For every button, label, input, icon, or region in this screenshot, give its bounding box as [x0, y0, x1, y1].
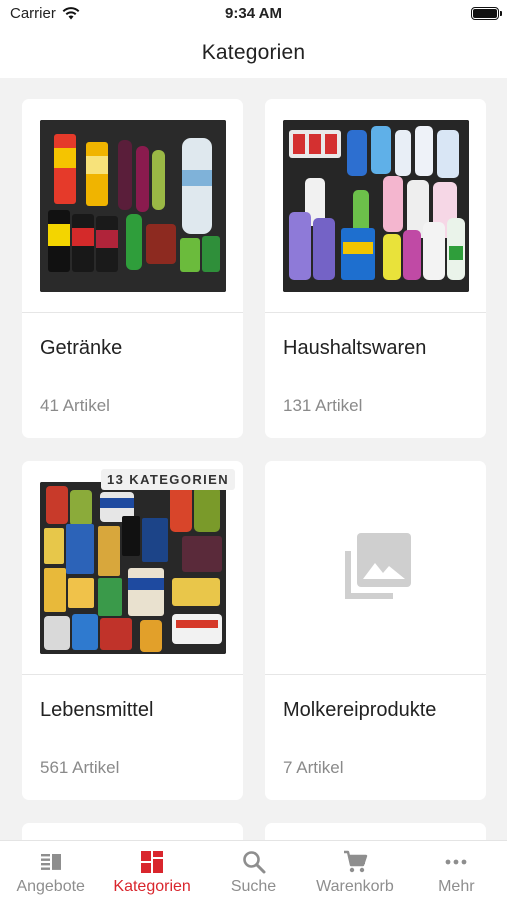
tab-label: Kategorien [113, 878, 191, 895]
subcategory-badge: 13 KATEGORIEN [101, 469, 235, 490]
categories-icon [141, 851, 164, 873]
category-name: Haushaltswaren [283, 337, 427, 359]
tab-label: Warenkorb [316, 878, 394, 895]
category-image-wrapper [22, 461, 243, 674]
category-image-wrapper [265, 461, 486, 674]
image-placeholder-icon [344, 532, 411, 599]
category-name: Getränke [40, 337, 123, 359]
category-item-count: 561 Artikel [40, 758, 120, 777]
cart-icon [343, 850, 368, 873]
tab-angebote[interactable]: Angebote [0, 841, 101, 900]
tab-label: Angebote [16, 878, 85, 895]
card-divider [22, 312, 243, 313]
tab-warenkorb[interactable]: Warenkorb [304, 841, 405, 900]
category-item-count: 7 Artikel [283, 758, 344, 777]
card-divider [22, 674, 243, 675]
category-item-count: 41 Artikel [40, 396, 110, 415]
search-icon [242, 851, 266, 874]
tab-suche[interactable]: Suche [203, 841, 304, 900]
tab-label: Suche [230, 878, 277, 895]
card-divider [265, 674, 486, 675]
category-image-household [282, 119, 469, 292]
tab-bar: Angebote Kategorien Suche Warenkorb Mehr [0, 840, 507, 900]
status-time: 9:34 AM [225, 5, 282, 22]
category-item-count: 131 Artikel [283, 396, 363, 415]
status-bar: Carrier 9:34 AM [0, 0, 507, 28]
category-name: Lebensmittel [40, 699, 154, 721]
tab-mehr[interactable]: Mehr [406, 841, 507, 900]
category-image-wrapper [265, 99, 486, 312]
category-name: Molkereiprodukte [283, 699, 437, 721]
page-title: Kategorien [201, 41, 306, 64]
more-icon [445, 859, 467, 865]
category-image-drinks [39, 119, 226, 292]
offers-icon [40, 854, 61, 870]
tab-label: Mehr [438, 878, 475, 895]
tab-kategorien[interactable]: Kategorien [101, 841, 202, 900]
category-card-lebensmittel[interactable]: 13 KATEGORIEN Lebensmittel 561 Artikel [22, 461, 243, 800]
category-image-groceries [39, 481, 226, 654]
category-card-partial[interactable] [265, 823, 486, 840]
category-grid[interactable]: Getränke 41 Artikel Haushaltswaren 131 A… [0, 78, 507, 840]
category-card-molkereiprodukte[interactable]: Molkereiprodukte 7 Artikel [265, 461, 486, 800]
category-card-getraenke[interactable]: Getränke 41 Artikel [22, 99, 243, 438]
nav-bar: Kategorien [0, 28, 507, 78]
category-card-partial[interactable] [22, 823, 243, 840]
category-card-haushaltswaren[interactable]: Haushaltswaren 131 Artikel [265, 99, 486, 438]
battery-icon [471, 7, 502, 20]
card-divider [265, 312, 486, 313]
category-image-wrapper [22, 99, 243, 312]
